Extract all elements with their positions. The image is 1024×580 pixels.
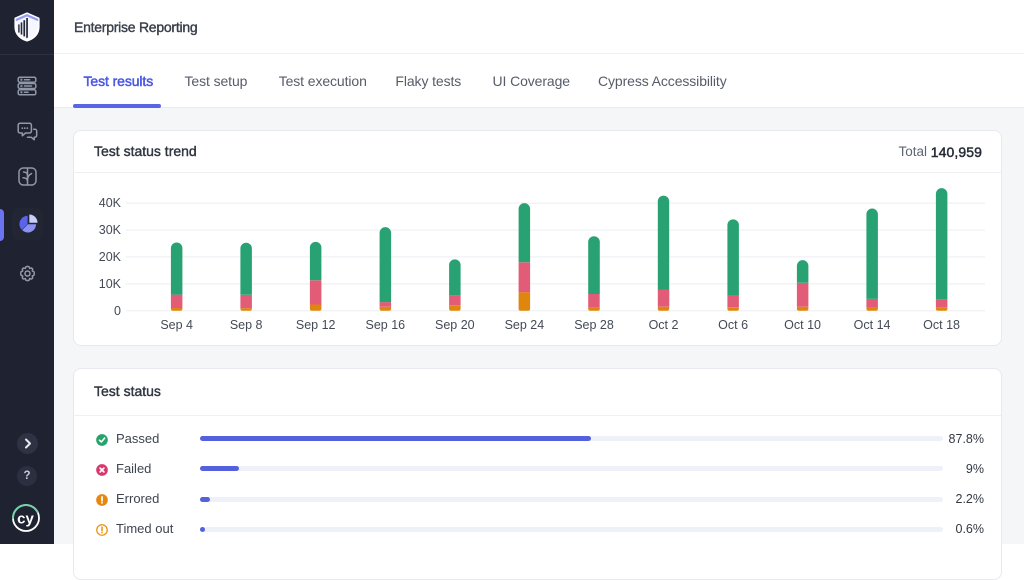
svg-text:cy: cy (17, 511, 34, 528)
